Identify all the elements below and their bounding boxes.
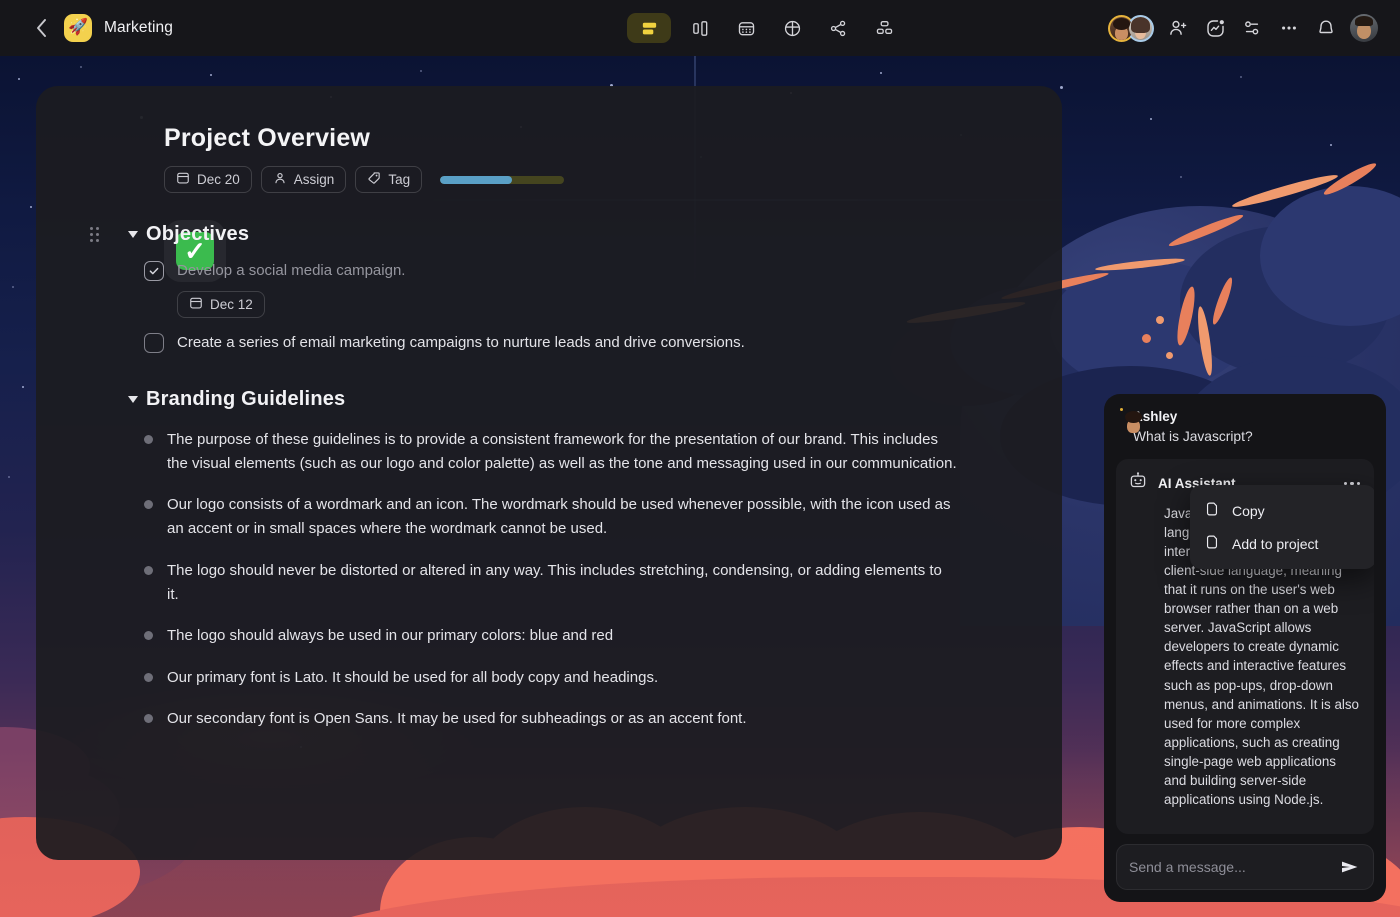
bullet-dot-icon bbox=[144, 566, 153, 575]
copy-icon bbox=[1204, 534, 1220, 553]
collapse-toggle-objectives[interactable] bbox=[128, 231, 138, 238]
list-item: Our logo consists of a wordmark and an i… bbox=[82, 493, 1016, 542]
tab-board-view[interactable] bbox=[683, 13, 717, 43]
ai-chat-panel: Ashley What is Javascript? AI Assistant bbox=[1104, 394, 1386, 902]
menu-item-add-to-project[interactable]: Add to project bbox=[1190, 527, 1374, 560]
chat-message-assistant: AI Assistant JavaScript is a programming… bbox=[1116, 459, 1374, 834]
list-item: The purpose of these guidelines is to pr… bbox=[82, 428, 1016, 477]
assign-pill[interactable]: Assign bbox=[261, 166, 347, 193]
list-item-text: The purpose of these guidelines is to pr… bbox=[167, 428, 957, 477]
send-plane-icon[interactable] bbox=[1339, 856, 1361, 878]
calendar-icon bbox=[189, 296, 203, 313]
checklist-item: Develop a social media campaign. bbox=[82, 260, 1016, 282]
chat-user-name: Ashley bbox=[1133, 408, 1370, 426]
tab-doc-view[interactable] bbox=[627, 13, 671, 43]
avatar-jane[interactable] bbox=[1127, 15, 1154, 42]
checklist-item-label: Develop a social media campaign. bbox=[177, 260, 405, 282]
tab-share-view[interactable] bbox=[821, 13, 855, 43]
list-item: Our secondary font is Open Sans. It may … bbox=[82, 707, 1016, 731]
checklist-item: Create a series of email marketing campa… bbox=[82, 332, 1016, 354]
page-title: Project Overview bbox=[164, 124, 564, 153]
progress-bar bbox=[440, 176, 564, 184]
chat-composer bbox=[1116, 844, 1374, 890]
drag-handle[interactable] bbox=[90, 227, 102, 243]
bullet-dot-icon bbox=[144, 631, 153, 640]
top-bar-left: 🚀 Marketing bbox=[0, 14, 420, 42]
assign-label: Assign bbox=[294, 172, 335, 187]
section-header-objectives: Objectives bbox=[82, 223, 1016, 246]
list-item-text: Our logo consists of a wordmark and an i… bbox=[167, 493, 957, 542]
list-item-text: Our primary font is Lato. It should be u… bbox=[167, 666, 658, 690]
list-item-text: Our secondary font is Open Sans. It may … bbox=[167, 707, 747, 731]
checklist-date-label: Dec 12 bbox=[210, 297, 253, 312]
sliders-icon[interactable] bbox=[1239, 15, 1265, 41]
section-header-branding: Branding Guidelines bbox=[82, 388, 1016, 411]
chat-message-input[interactable] bbox=[1129, 859, 1331, 875]
project-name: Marketing bbox=[104, 19, 173, 37]
tab-table-view[interactable] bbox=[775, 13, 809, 43]
tab-layout-view[interactable] bbox=[867, 13, 901, 43]
list-item: Our primary font is Lato. It should be u… bbox=[82, 666, 1016, 690]
top-bar-right bbox=[1108, 14, 1400, 42]
tag-icon bbox=[367, 171, 381, 188]
app-root: 🚀 Marketing bbox=[0, 0, 1400, 917]
list-item-text: The logo should always be used in our pr… bbox=[167, 624, 613, 648]
avatar-current-user[interactable] bbox=[1350, 14, 1378, 42]
tag-label: Tag bbox=[388, 172, 410, 187]
checklist-date-pill[interactable]: Dec 12 bbox=[177, 291, 265, 318]
bullet-dot-icon bbox=[144, 500, 153, 509]
checklist-item-meta: Dec 12 bbox=[82, 291, 1016, 318]
tab-calendar-view[interactable] bbox=[729, 13, 763, 43]
checkbox-unchecked[interactable] bbox=[144, 333, 164, 353]
section-title: Branding Guidelines bbox=[146, 388, 345, 411]
context-menu: Copy Add to project bbox=[1190, 485, 1374, 569]
bullet-dot-icon bbox=[144, 435, 153, 444]
checklist-item-label: Create a series of email marketing campa… bbox=[177, 332, 745, 354]
chevron-left-icon[interactable] bbox=[30, 17, 52, 39]
member-avatars[interactable] bbox=[1108, 15, 1154, 42]
chat-message-user: Ashley What is Javascript? bbox=[1116, 408, 1374, 459]
menu-item-label: Copy bbox=[1232, 503, 1265, 519]
tag-pill[interactable]: Tag bbox=[355, 166, 422, 193]
copy-icon bbox=[1204, 501, 1220, 520]
menu-item-label: Add to project bbox=[1232, 536, 1318, 552]
due-date-pill[interactable]: Dec 20 bbox=[164, 166, 252, 193]
document-card: ✓ Project Overview Dec bbox=[36, 86, 1062, 860]
project-emoji: 🚀 bbox=[64, 14, 92, 42]
chat-user-message: What is Javascript? bbox=[1133, 427, 1370, 447]
section-objectives: Objectives Develop a social media campai… bbox=[82, 223, 1016, 354]
more-horizontal-icon[interactable] bbox=[1276, 15, 1302, 41]
due-date-label: Dec 20 bbox=[197, 172, 240, 187]
menu-item-copy[interactable]: Copy bbox=[1190, 494, 1374, 527]
list-item: The logo should always be used in our pr… bbox=[82, 624, 1016, 648]
view-switcher bbox=[420, 13, 1108, 43]
person-icon bbox=[273, 171, 287, 188]
list-item: The logo should never be distorted or al… bbox=[82, 559, 1016, 608]
avatar bbox=[1120, 408, 1123, 411]
list-item-text: The logo should never be distorted or al… bbox=[167, 559, 957, 608]
section-branding-guidelines: Branding Guidelines The purpose of these… bbox=[82, 388, 1016, 732]
person-add-icon[interactable] bbox=[1165, 15, 1191, 41]
checkbox-checked[interactable] bbox=[144, 261, 164, 281]
document-meta-row: Dec 20 Assign bbox=[164, 166, 564, 193]
bullet-dot-icon bbox=[144, 673, 153, 682]
bullet-dot-icon bbox=[144, 714, 153, 723]
document-header: Project Overview Dec 20 bbox=[82, 124, 1016, 193]
calendar-icon bbox=[176, 171, 190, 188]
activity-chart-icon[interactable] bbox=[1202, 15, 1228, 41]
robot-icon bbox=[1128, 471, 1148, 496]
section-title: Objectives bbox=[146, 223, 249, 246]
bell-icon[interactable] bbox=[1313, 15, 1339, 41]
top-bar: 🚀 Marketing bbox=[0, 0, 1400, 56]
progress-bar-fill bbox=[440, 176, 512, 184]
collapse-toggle-branding[interactable] bbox=[128, 396, 138, 403]
